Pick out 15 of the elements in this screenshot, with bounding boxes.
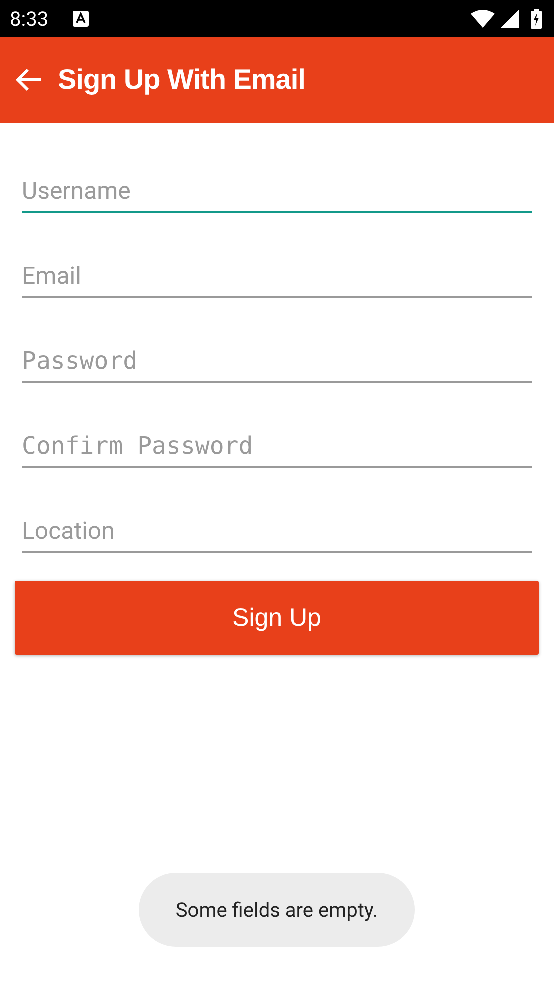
back-button[interactable] [16, 68, 42, 92]
input-field[interactable]: Username [22, 177, 532, 213]
input-field[interactable]: Email [22, 262, 532, 298]
clock-time: 8:33 [10, 6, 49, 30]
signal-icon [501, 10, 519, 28]
notification-icon [72, 10, 89, 26]
screen-title: Sign Up With Email [58, 64, 306, 96]
toast-message: Some fields are empty. [138, 873, 416, 947]
password-field[interactable]: Password [22, 347, 532, 383]
back-arrow-icon [16, 68, 42, 92]
input-field[interactable]: Location [22, 517, 532, 553]
wifi-icon [471, 10, 495, 28]
battery-icon [531, 8, 542, 28]
sign-up-button[interactable]: Sign Up [15, 581, 539, 655]
password-field[interactable]: Confirm Password [22, 432, 532, 468]
